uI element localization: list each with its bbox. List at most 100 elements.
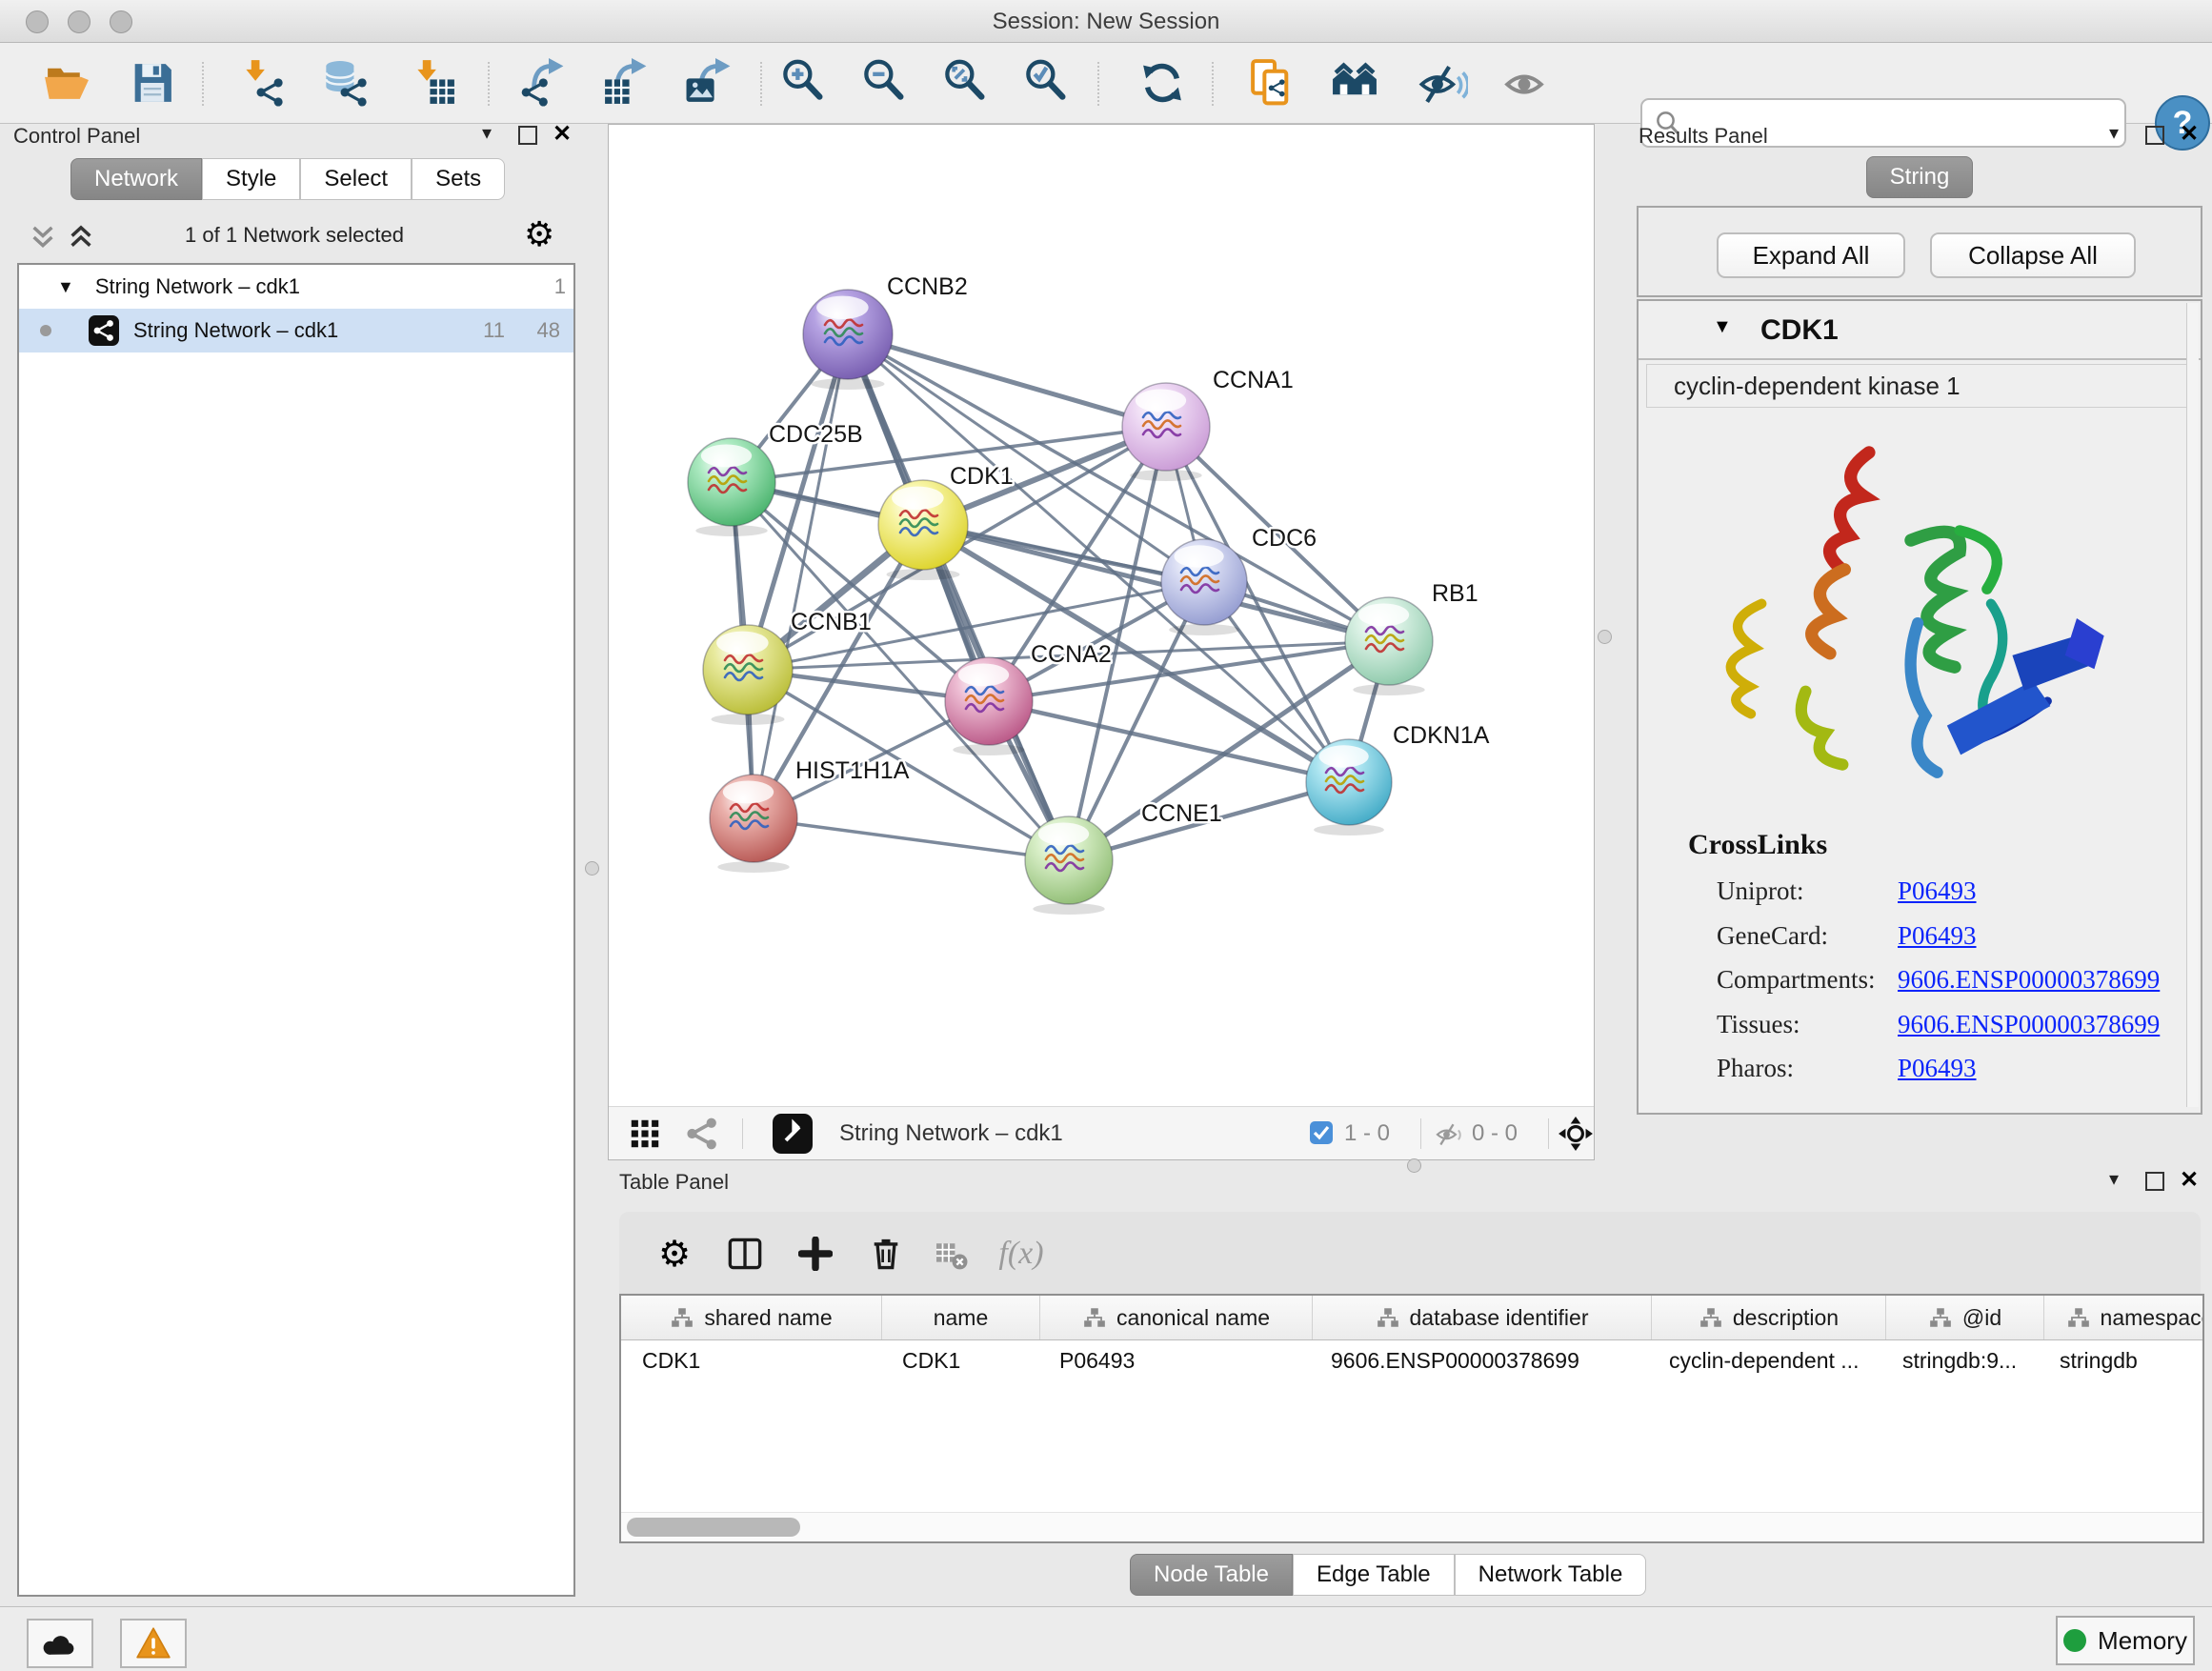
expand-all-button[interactable]: Expand All: [1717, 232, 1905, 278]
table-cell[interactable]: stringdb: [2039, 1340, 2204, 1380]
grid-view-icon[interactable]: [630, 1118, 660, 1149]
right-splitter-handle[interactable]: [1598, 630, 1612, 644]
show-all-eye-icon[interactable]: [1498, 56, 1551, 110]
crosslink-row: Tissues:9606.ENSP00000378699: [1717, 1004, 2174, 1048]
tab-network-table[interactable]: Network Table: [1455, 1554, 1647, 1596]
table-cell[interactable]: 9606.ENSP00000378699: [1310, 1340, 1648, 1380]
cloud-status-button[interactable]: [27, 1619, 93, 1668]
open-session-icon[interactable]: [40, 56, 93, 110]
collapse-triangle-icon[interactable]: ▼: [57, 277, 74, 297]
tab-style[interactable]: Style: [202, 158, 300, 200]
column-header-database-identifier[interactable]: database identifier: [1313, 1296, 1652, 1339]
birds-eye-view-icon[interactable]: [1558, 1116, 1594, 1152]
memory-button[interactable]: Memory: [2056, 1616, 2195, 1665]
export-image-icon[interactable]: [683, 56, 736, 110]
edge-HIST1H1A-CCNE1[interactable]: [754, 818, 1069, 860]
column-header-namespace[interactable]: namespace: [2044, 1296, 2204, 1339]
gene-section-header[interactable]: ▼ CDK1: [1639, 301, 2201, 360]
column-header-canonical-name[interactable]: canonical name: [1040, 1296, 1313, 1339]
collapse-triangle-icon[interactable]: ▼: [1713, 316, 1732, 338]
bottom-splitter-handle[interactable]: [1407, 1158, 1421, 1173]
edge-CCNA2-CDKN1A[interactable]: [989, 701, 1349, 782]
scrollbar-thumb[interactable]: [627, 1518, 800, 1537]
export-network-icon[interactable]: [516, 56, 570, 110]
tab-string[interactable]: String: [1866, 156, 1974, 198]
left-splitter-handle[interactable]: [585, 861, 599, 876]
panel-maximize-icon[interactable]: [518, 126, 537, 150]
column-header-description[interactable]: description: [1652, 1296, 1886, 1339]
network-graph[interactable]: CCNB2CCNA1CDC25BCDK1CDC6RB1CCNB1CCNA2CDK…: [609, 125, 1594, 1106]
network-thumbnails-icon[interactable]: [685, 1117, 719, 1151]
table-horizontal-scrollbar[interactable]: [621, 1512, 2202, 1541]
hide-selection-eye-slash-icon[interactable]: [1417, 56, 1470, 110]
column-header-name[interactable]: name: [882, 1296, 1040, 1339]
node-CCNE1[interactable]: CCNE1: [1025, 800, 1222, 915]
column-header-shared-name[interactable]: shared name: [621, 1296, 882, 1339]
delete-table-icon[interactable]: [926, 1229, 975, 1278]
import-table-file-icon[interactable]: [407, 56, 460, 110]
save-session-icon[interactable]: [126, 56, 179, 110]
panel-float-icon[interactable]: ▾: [2100, 120, 2128, 145]
table-settings-gear-icon[interactable]: ⚙: [650, 1229, 699, 1278]
table-cell[interactable]: P06493: [1038, 1340, 1310, 1380]
warning-status-button[interactable]: [120, 1619, 187, 1668]
edge-CCNB2-CCNA1[interactable]: [848, 334, 1166, 427]
zoom-out-icon[interactable]: [859, 56, 913, 110]
node-CCNB1[interactable]: CCNB1: [703, 609, 872, 725]
export-table-icon[interactable]: [599, 56, 653, 110]
refresh-view-icon[interactable]: [1136, 56, 1189, 110]
panel-float-icon[interactable]: ▾: [473, 120, 501, 145]
gene-name: CDK1: [1760, 314, 1839, 347]
zoom-fit-icon[interactable]: [940, 56, 994, 110]
show-columns-icon[interactable]: [720, 1229, 770, 1278]
network-row-selected[interactable]: String Network – cdk1 11 48: [19, 309, 573, 352]
detach-view-icon[interactable]: [773, 1114, 813, 1154]
gear-icon[interactable]: ⚙: [524, 215, 554, 254]
results-scrollbar[interactable]: [2186, 303, 2199, 1107]
node-RB1[interactable]: RB1: [1345, 580, 1478, 695]
crosslink-value-link[interactable]: P06493: [1898, 921, 1977, 951]
import-network-database-icon[interactable]: [319, 56, 372, 110]
panel-close-icon[interactable]: ✕: [553, 120, 572, 148]
zoom-in-icon[interactable]: [778, 56, 832, 110]
node-HIST1H1A[interactable]: HIST1H1A: [710, 757, 910, 873]
create-column-plus-icon[interactable]: [791, 1229, 840, 1278]
tab-select[interactable]: Select: [300, 158, 412, 200]
table-cell[interactable]: cyclin-dependent ...: [1648, 1340, 1881, 1380]
tab-sets[interactable]: Sets: [412, 158, 505, 200]
delete-column-trash-icon[interactable]: [861, 1229, 911, 1278]
function-builder-icon[interactable]: f(x): [996, 1229, 1046, 1278]
crosslink-value-link[interactable]: P06493: [1898, 1054, 1977, 1083]
table-cell[interactable]: stringdb:9...: [1881, 1340, 2039, 1380]
panel-close-icon[interactable]: ✕: [2180, 120, 2199, 148]
panel-close-icon[interactable]: ✕: [2180, 1166, 2199, 1194]
new-network-from-selection-icon[interactable]: [1245, 56, 1298, 110]
crosslink-value-link[interactable]: 9606.ENSP00000378699: [1898, 1010, 2160, 1039]
tab-node-table[interactable]: Node Table: [1130, 1554, 1293, 1596]
panel-float-icon[interactable]: ▾: [2100, 1166, 2128, 1191]
column-header--id[interactable]: @id: [1886, 1296, 2044, 1339]
tab-network[interactable]: Network: [70, 158, 202, 200]
import-network-file-icon[interactable]: [235, 56, 289, 110]
edge-CCNB2-HIST1H1A[interactable]: [754, 334, 848, 818]
table-cell[interactable]: CDK1: [881, 1340, 1038, 1380]
node-CDKN1A[interactable]: CDKN1A: [1306, 722, 1490, 836]
window-titlebar: Session: New Session: [0, 0, 2212, 43]
network-collection-row[interactable]: ▼ String Network – cdk1 1: [19, 265, 573, 309]
node-CCNA1[interactable]: CCNA1: [1122, 367, 1294, 481]
node-CCNB2[interactable]: CCNB2: [803, 273, 968, 390]
zoom-selected-icon[interactable]: [1021, 56, 1075, 110]
node-CDK1[interactable]: CDK1: [878, 463, 1014, 580]
selected-checkbox-icon[interactable]: [1310, 1121, 1333, 1144]
crosslink-value-link[interactable]: P06493: [1898, 876, 1977, 906]
panel-maximize-icon[interactable]: [2145, 126, 2164, 150]
node-label-CDC6: CDC6: [1252, 525, 1317, 552]
table-row[interactable]: CDK1CDK1P064939606.ENSP00000378699cyclin…: [621, 1340, 2202, 1380]
table-cell[interactable]: CDK1: [621, 1340, 881, 1380]
node-label-CCNA1: CCNA1: [1213, 367, 1294, 393]
panel-maximize-icon[interactable]: [2145, 1172, 2164, 1196]
crosslink-value-link[interactable]: 9606.ENSP00000378699: [1898, 965, 2160, 995]
collapse-all-button[interactable]: Collapse All: [1930, 232, 2136, 278]
tab-edge-table[interactable]: Edge Table: [1293, 1554, 1455, 1596]
first-neighbors-icon[interactable]: [1328, 56, 1381, 110]
